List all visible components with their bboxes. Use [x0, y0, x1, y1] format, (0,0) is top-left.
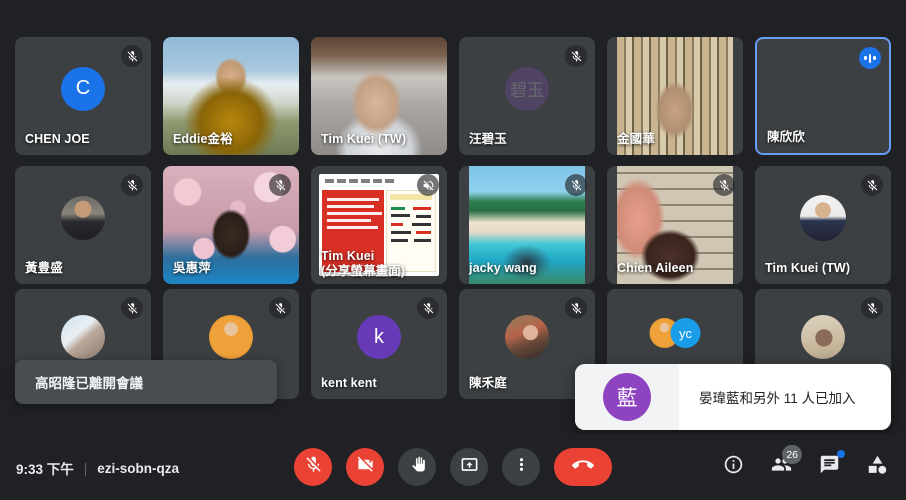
mic-off-icon — [121, 174, 143, 196]
avatar: C — [61, 66, 105, 111]
chat-unread-dot — [837, 450, 845, 458]
participant-name: Tim Kuei (TW) — [321, 131, 407, 146]
toast-message: 高昭隆已離開會議 — [35, 376, 143, 391]
end-call-icon — [572, 454, 594, 481]
activities-button[interactable] — [860, 450, 894, 484]
present-screen-button[interactable] — [450, 448, 488, 486]
presenter-name: Tim Kuei — [321, 249, 375, 264]
participant-name: Chien Aileen — [617, 260, 694, 275]
chat-button[interactable] — [812, 450, 846, 484]
presentation-tile-tim-kuei-screenshare[interactable]: Tim Kuei (分享螢幕畫面) — [311, 166, 447, 284]
meeting-meta: 9:33 下午 | ezi-sobn-qza — [16, 458, 179, 478]
raise-hand-button[interactable] — [398, 448, 436, 486]
presenting-label: (分享螢幕畫面) — [321, 263, 406, 278]
participant-tile-wang-biyu[interactable]: 碧玉 汪碧玉 — [459, 37, 595, 155]
mic-off-icon — [861, 297, 883, 319]
participant-name: 黃豊盛 — [25, 260, 63, 275]
participant-tile-chen-xinxin[interactable]: 陳欣欣 — [755, 37, 891, 155]
mic-off-icon — [417, 297, 439, 319]
participant-grid: C CHEN JOE Eddie金裕 Tim Kuei (TW) 碧玉 汪碧玉 — [15, 37, 891, 407]
participant-tile-huang-fengsheng[interactable]: 黃豊盛 — [15, 166, 151, 284]
participant-name: kent kent — [321, 375, 377, 390]
avatar: 藍 — [603, 373, 651, 421]
tile-row: 黃豊盛 吳惠萍 Tim Kuei (分享螢幕畫面) jacky wang Chi… — [15, 166, 891, 284]
avatar — [61, 315, 105, 360]
avatar — [209, 315, 253, 360]
slide-heading-line — [325, 179, 397, 183]
mic-toggle-button[interactable] — [294, 448, 332, 486]
participant-name: CHEN JOE — [25, 131, 90, 146]
participant-tile-tim-kuei-tw-2[interactable]: Tim Kuei (TW) — [755, 166, 891, 284]
participant-name: 汪碧玉 — [469, 131, 507, 146]
meta-separator: | — [83, 460, 88, 476]
participant-name: 吳惠萍 — [173, 260, 211, 275]
speaking-indicator-icon — [859, 47, 881, 69]
current-time: 9:33 下午 — [16, 462, 74, 477]
bottom-bar: 9:33 下午 | ezi-sobn-qza 26 — [0, 434, 906, 500]
toast-avatar-area: 藍 — [575, 364, 679, 430]
participant-name: Tim Kuei (分享螢幕畫面) — [321, 249, 405, 278]
right-controls: 26 — [716, 445, 894, 484]
tile-row: C CHEN JOE Eddie金裕 Tim Kuei (TW) 碧玉 汪碧玉 — [15, 37, 891, 155]
toast-message: 晏瑋藍和另外 11 人已加入 — [699, 391, 856, 406]
more-options-button[interactable] — [502, 448, 540, 486]
participant-tile-jacky-wang[interactable]: jacky wang — [459, 166, 595, 284]
avatar-stack: yc — [649, 318, 701, 348]
participant-tile-chen-joe[interactable]: C CHEN JOE — [15, 37, 151, 155]
participant-name: 陳欣欣 — [767, 129, 805, 144]
mic-off-icon — [565, 45, 587, 67]
info-icon — [723, 454, 744, 480]
chat-icon — [819, 454, 840, 480]
participant-tile-jin-guohua[interactable]: 金國華 — [607, 37, 743, 155]
mic-off-icon — [121, 45, 143, 67]
camera-toggle-button[interactable] — [346, 448, 384, 486]
call-controls — [294, 448, 612, 486]
participant-name: 陳禾庭 — [469, 375, 507, 390]
participant-name: Tim Kuei (TW) — [765, 260, 851, 275]
mic-off-icon — [121, 297, 143, 319]
participant-name: Eddie金裕 — [173, 131, 233, 146]
camera-off-icon — [356, 455, 375, 479]
meeting-details-button[interactable] — [716, 450, 750, 484]
avatar: k — [357, 315, 401, 360]
end-call-button[interactable] — [554, 448, 612, 486]
activities-icon — [867, 454, 888, 480]
participant-tile-tim-kuei-tw[interactable]: Tim Kuei (TW) — [311, 37, 447, 155]
participant-name: 金國華 — [617, 131, 655, 146]
raise-hand-icon — [408, 455, 427, 479]
meet-app: C CHEN JOE Eddie金裕 Tim Kuei (TW) 碧玉 汪碧玉 — [0, 0, 906, 500]
speaker-off-icon — [417, 174, 439, 196]
avatar: yc — [670, 318, 701, 348]
avatar: 碧玉 — [505, 66, 549, 111]
avatar — [61, 195, 105, 240]
mic-off-icon — [861, 174, 883, 196]
more-options-icon — [512, 455, 531, 479]
participant-tile-chien-aileen[interactable]: Chien Aileen — [607, 166, 743, 284]
meeting-code[interactable]: ezi-sobn-qza — [97, 461, 179, 476]
avatar — [505, 315, 549, 360]
avatar — [800, 194, 846, 241]
mic-off-icon — [304, 455, 323, 479]
mic-off-icon — [269, 297, 291, 319]
mic-off-icon — [565, 297, 587, 319]
participants-joined-toast[interactable]: 藍 晏瑋藍和另外 11 人已加入 — [575, 364, 891, 430]
participant-count-badge: 26 — [782, 445, 802, 464]
mic-off-icon — [713, 174, 735, 196]
participant-tile-kent-kent[interactable]: k kent kent — [311, 289, 447, 399]
participant-left-toast: 高昭隆已離開會議 — [15, 360, 277, 404]
participant-name: jacky wang — [469, 260, 537, 275]
mic-off-icon — [565, 174, 587, 196]
mic-off-icon — [269, 174, 291, 196]
present-screen-icon — [460, 455, 479, 479]
participant-tile-wu-huiping[interactable]: 吳惠萍 — [163, 166, 299, 284]
show-participants-button[interactable]: 26 — [764, 445, 802, 484]
avatar — [801, 315, 845, 360]
participant-tile-eddie[interactable]: Eddie金裕 — [163, 37, 299, 155]
